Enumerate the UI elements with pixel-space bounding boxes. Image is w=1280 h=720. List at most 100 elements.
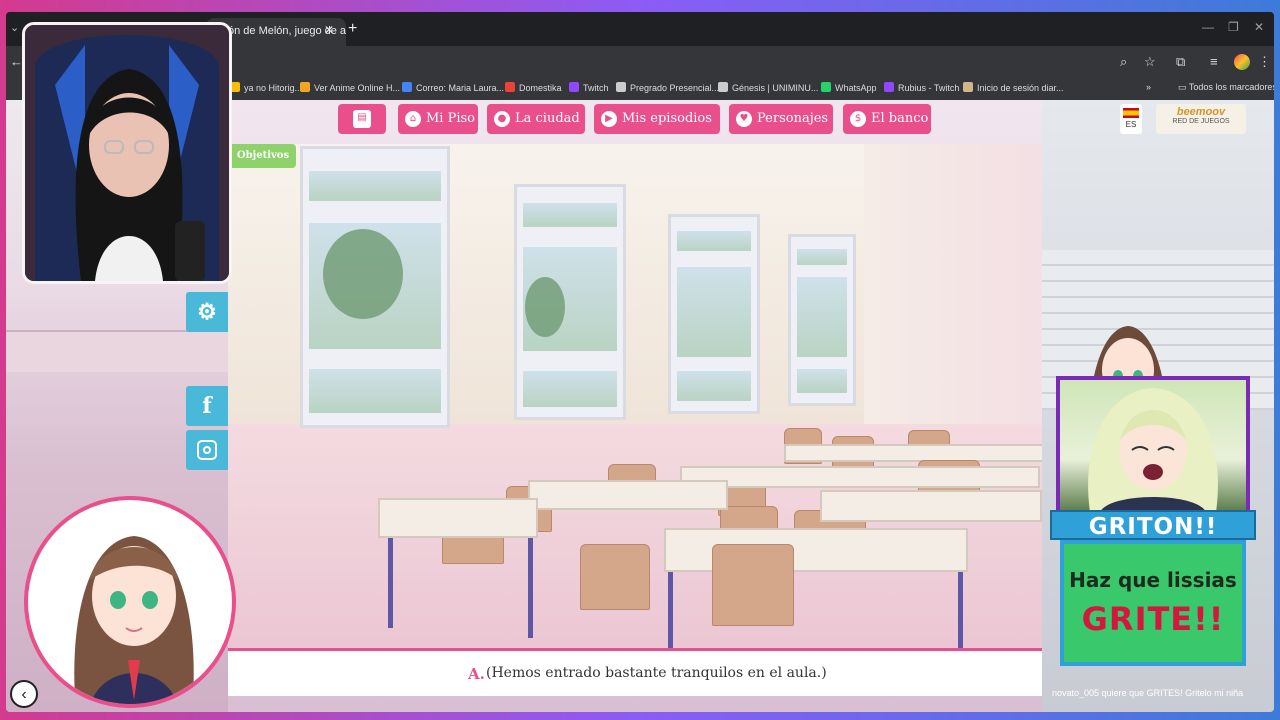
bookmark-favicon-icon <box>616 82 626 92</box>
desk-leg <box>388 538 393 628</box>
bookmark-item[interactable]: Rubius - Twitch <box>884 82 959 93</box>
game-scene[interactable] <box>228 144 1042 696</box>
book-icon: ▤ <box>353 110 371 128</box>
zoom-icon[interactable]: ⌕ <box>1120 54 1127 70</box>
bookmark-item[interactable]: Domestika <box>505 82 562 93</box>
play-icon: ▶ <box>601 111 617 127</box>
dialog-box[interactable]: A. (Hemos entrado bastante tranquilos en… <box>228 648 1042 696</box>
desk <box>664 528 968 572</box>
bookmark-favicon-icon <box>505 82 515 92</box>
classroom-window <box>514 184 626 420</box>
window-pane <box>797 277 847 357</box>
character-portrait <box>24 496 236 708</box>
nav-la-ciudad[interactable]: ● La ciudad <box>487 104 585 134</box>
location-icon: ● <box>494 111 510 127</box>
nav-el-banco[interactable]: $ El banco <box>843 104 931 134</box>
window-pane <box>677 371 751 401</box>
tree-shape <box>525 277 565 337</box>
maximize-icon[interactable]: ❐ <box>1228 20 1239 34</box>
tree-shape <box>323 229 403 319</box>
all-bookmarks-folder[interactable]: ▭ Todos los marcadores <box>1178 82 1274 93</box>
spain-flag-icon <box>1123 108 1139 118</box>
instagram-button[interactable] <box>186 430 228 470</box>
alert-body: Haz que lissias GRITE!! <box>1060 540 1246 666</box>
desk <box>528 480 728 510</box>
profile-avatar[interactable] <box>1234 54 1250 70</box>
webcam-overlay <box>22 22 232 284</box>
window-pane <box>797 249 847 265</box>
alert-image <box>1056 376 1250 516</box>
desk <box>680 466 1040 488</box>
desk <box>784 444 1042 462</box>
alert-line1: Haz que lissias <box>1069 568 1237 592</box>
character-avatar <box>74 536 194 704</box>
close-window-icon[interactable]: ✕ <box>1254 20 1264 34</box>
window-pane <box>677 231 751 251</box>
nav-mi-piso[interactable]: ⌂ Mi Piso <box>398 104 478 134</box>
bookmark-item[interactable]: Inicio de sesión diar... <box>963 82 1064 93</box>
minimize-icon[interactable]: — <box>1202 20 1214 34</box>
bookmark-favicon-icon <box>821 82 831 92</box>
bookmarks-overflow-icon[interactable]: » <box>1146 82 1151 92</box>
window-pane <box>797 369 847 393</box>
bookmark-favicon-icon <box>569 82 579 92</box>
media-icon[interactable]: ≡ <box>1210 54 1218 69</box>
extensions-icon[interactable]: ⧉ <box>1176 54 1185 70</box>
desk <box>378 498 538 538</box>
bookmark-favicon-icon <box>402 82 412 92</box>
bookmark-item[interactable]: Correo: Maria Laura... <box>402 82 504 93</box>
window-pane <box>677 267 751 357</box>
window-pane <box>309 171 441 201</box>
alert-title: GRITON!! <box>1050 510 1256 540</box>
window-pane <box>309 369 441 413</box>
desk <box>820 490 1042 522</box>
bookmark-favicon-icon <box>718 82 728 92</box>
settings-button[interactable]: ⚙ <box>186 292 228 332</box>
facebook-icon: f <box>202 393 212 419</box>
instagram-icon <box>197 440 217 460</box>
stream-alert: GRITON!! Haz que lissias GRITE!! <box>1050 376 1256 668</box>
bookmark-item[interactable]: ya no Hitorig... <box>230 82 302 93</box>
bookmark-item[interactable]: Twitch <box>569 82 609 93</box>
alert-character-art <box>1088 388 1218 512</box>
streamer-video <box>25 25 229 281</box>
window-pane <box>523 203 617 227</box>
bookmark-item[interactable]: WhatsApp <box>821 82 877 93</box>
background-shelf <box>6 330 228 372</box>
bookmark-favicon-icon <box>963 82 973 92</box>
classroom-window <box>668 214 760 414</box>
dialog-speaker: A. <box>468 665 485 683</box>
facebook-button[interactable]: f <box>186 386 228 426</box>
network-label: RED DE JUEGOS <box>1172 118 1230 125</box>
bookmark-favicon-icon <box>300 82 310 92</box>
bookmark-item[interactable]: Pregrado Presencial... <box>616 82 719 93</box>
chair <box>712 544 794 626</box>
close-tab-icon[interactable]: ✕ <box>324 23 334 37</box>
menu-icon[interactable]: ⋮ <box>1258 54 1271 70</box>
tab-search-icon[interactable]: ⌄ <box>10 21 19 34</box>
bookmark-item[interactable]: Ver Anime Online H... <box>300 82 400 93</box>
star-icon[interactable]: ☆ <box>1144 54 1156 70</box>
bank-icon: $ <box>850 111 866 127</box>
classroom-window <box>300 146 450 428</box>
network-brand: beemoov <box>1176 106 1226 118</box>
nav-personajes[interactable]: ♥ Personajes <box>729 104 833 134</box>
dialog-text: (Hemos entrado bastante tranquilos en el… <box>486 665 827 681</box>
objectives-button[interactable]: Objetivos <box>230 144 296 168</box>
back-chevron-icon[interactable]: ‹ <box>10 680 38 708</box>
gear-icon: ⚙ <box>197 299 217 324</box>
heart-icon: ♥ <box>736 111 752 127</box>
classroom-window <box>788 234 856 406</box>
alert-line2: GRITE!! <box>1081 600 1225 638</box>
home-icon: ⌂ <box>405 111 421 127</box>
window-pane <box>523 371 617 407</box>
language-selector[interactable]: ES <box>1120 104 1142 134</box>
bookmark-favicon-icon <box>884 82 894 92</box>
alert-message: novato_005 quiere que GRITES! Gritelo mi… <box>1052 688 1244 698</box>
nav-home-button[interactable]: ▤ <box>338 104 386 134</box>
network-logo[interactable]: beemoov RED DE JUEGOS <box>1156 104 1246 134</box>
new-tab-icon[interactable]: + <box>348 20 357 38</box>
nav-mis-episodios[interactable]: ▶ Mis episodios <box>594 104 720 134</box>
bookmark-item[interactable]: Génesis | UNIMINU... <box>718 82 818 93</box>
desk-leg <box>528 538 533 638</box>
